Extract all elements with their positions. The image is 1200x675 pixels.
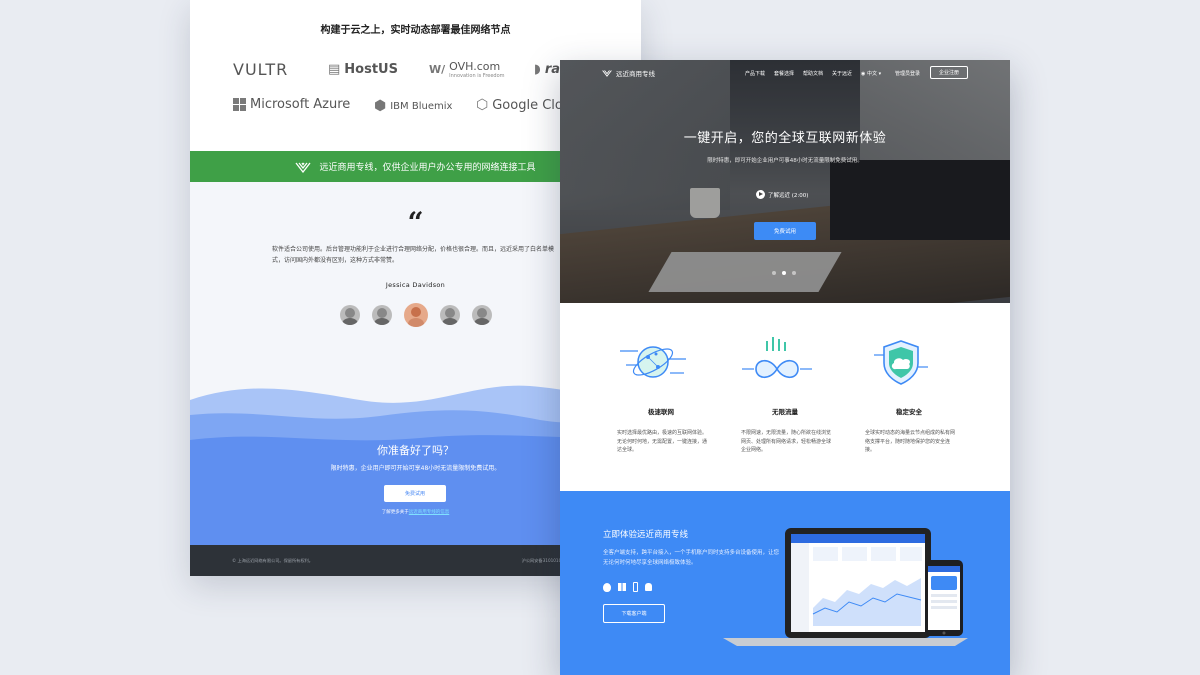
windows-icon[interactable] [618,583,626,591]
brand-wing-icon [602,70,612,77]
apple-icon[interactable] [603,582,611,592]
azure-logo-text: Microsoft Azure [250,97,351,112]
free-trial-button[interactable]: 免费试用 [384,485,446,502]
platform-icons [603,582,652,592]
bluemix-cubes-icon: ⬢ [374,98,387,114]
promo-title: 立即体验远近商用专线 [603,530,689,540]
video-link[interactable]: 了解远近 (2:00) [756,190,808,199]
bluemix-logo-text: IBM Bluemix [390,100,453,112]
globe-network-icon [620,346,686,378]
ovh-logo: W/ OVH.com Innovation is Freedom [429,60,505,79]
ovh-mark-icon: W/ [429,63,446,76]
avatar[interactable] [371,305,392,325]
features-section: 极速联网 实时选择最优路由，极速的互联网体验。无论何时何地，无需配置，一键连接，… [560,303,1010,491]
carousel-dots [772,271,796,275]
carousel-dot[interactable] [772,271,776,275]
brand-name: 远近商用专线 [616,70,655,78]
mobile-icon[interactable] [633,582,638,592]
footer-copyright: © 上海远近网络有限公司。保留所有权利。 [232,558,313,563]
testimonial-text: 软件适合公司使用。后台管理功能利于企业进行合理网络分配，价格也很合理。而且，远近… [272,246,555,264]
infinity-icon [742,337,812,379]
video-label: 了解远近 (2:00) [768,192,809,199]
hostus-logo-text: HostUS [344,62,398,77]
nav-help[interactable]: 帮助文档 [803,70,823,77]
feature-title: 极速联网 [648,408,674,416]
rackspace-logo: ◗ ra [534,62,560,77]
landing-page-right: 远近商用专线 产品下载 套餐选择 帮助文档 关于远近 ◉ 中文 ▾ 管理员登录 … [560,60,1010,675]
ovh-logo-text: OVH.com Innovation is Freedom [449,60,504,79]
learn-more-prefix: 了解更多关于 [381,510,409,515]
feature-description: 不限网速，无限流量，随心所欲在线浏览网页、处理所有网络请求，轻松畅游全球企业网络… [741,430,832,453]
feature-title: 无限流量 [772,408,798,416]
phone-screen [928,566,960,630]
feature-description: 实时选择最优路由，极速的互联网体验。无论何时何地，无需配置，一键连接，通达全球。 [617,430,708,453]
carousel-dot[interactable] [792,271,796,275]
nav-admin-login[interactable]: 管理员登录 [895,70,920,77]
globe-icon: ◉ [861,71,866,77]
ibm-bluemix-logo: ⬢ IBM Bluemix [374,98,452,114]
vultr-logo-text: VULTR [233,60,289,79]
server-icon: ▤ [328,62,341,77]
device-mockup-illustration [723,528,968,646]
windows-icon [233,98,246,111]
avatar[interactable] [439,305,460,325]
laptop-base [723,638,968,646]
microsoft-azure-logo: Microsoft Azure [233,97,350,112]
download-client-button[interactable]: 下载客户端 [603,604,665,623]
hero-free-trial-button[interactable]: 免费试用 [754,222,816,240]
top-nav: 远近商用专线 产品下载 套餐选择 帮助文档 关于远近 ◉ 中文 ▾ 管理员登录 … [560,60,1010,86]
rackspace-logo-text: ra [544,62,561,77]
android-icon[interactable] [645,583,652,591]
ovh-name: OVH.com [449,60,501,73]
play-icon [756,190,765,199]
hero-subtitle: 限时特惠，即可开始企业用户可事48小时无流量限制免费试用。 [707,158,863,164]
feature-title: 稳定安全 [896,408,922,416]
hostus-logo: ▤ HostUS [328,62,398,77]
vultr-logo: VULTR [233,60,288,79]
download-section: 立即体验远近商用专线 全客户端支持，跨平台接入，一个手机账户同时支持多台设备使用… [560,491,1010,675]
language-label: 中文 [866,71,877,77]
avatar[interactable] [339,305,360,325]
language-selector[interactable]: ◉ 中文 ▾ [861,70,881,77]
hexagon-icon: ⬡ [476,97,489,113]
nav-packages[interactable]: 套餐选择 [774,70,794,77]
avatar-active[interactable] [403,303,428,327]
carousel-dot-active[interactable] [782,271,786,275]
hero-title: 一键开启，您的全球互联网新体验 [683,131,887,146]
brand-wing-icon [295,162,311,173]
rackspace-mark-icon: ◗ [534,62,541,77]
banner-text: 远近商用专线，仅供企业用户办公专用的网络连接工具 [319,163,536,173]
nav-about[interactable]: 关于远近 [832,70,852,77]
hero-section: 远近商用专线 产品下载 套餐选择 帮助文档 关于远近 ◉ 中文 ▾ 管理员登录 … [560,60,1010,303]
avatar[interactable] [471,305,492,325]
ovh-tagline: Innovation is Freedom [449,73,505,79]
brand-logo[interactable]: 远近商用专线 [602,68,655,78]
learn-more-link[interactable]: 远近商用专线的信息 [409,510,450,515]
chevron-down-icon: ▾ [878,71,882,77]
register-button[interactable]: 企业注册 [930,66,968,79]
nav-products[interactable]: 产品下载 [745,70,765,77]
shield-icon [874,340,928,385]
feature-description: 全球实时动态的海量云节点组成的私有网络支撑平台，随时随地保护您的安全连接。 [865,430,956,453]
partners-title: 构建于云之上，实时动态部署最佳网络节点 [320,25,511,36]
hero-overlay [560,60,1010,303]
